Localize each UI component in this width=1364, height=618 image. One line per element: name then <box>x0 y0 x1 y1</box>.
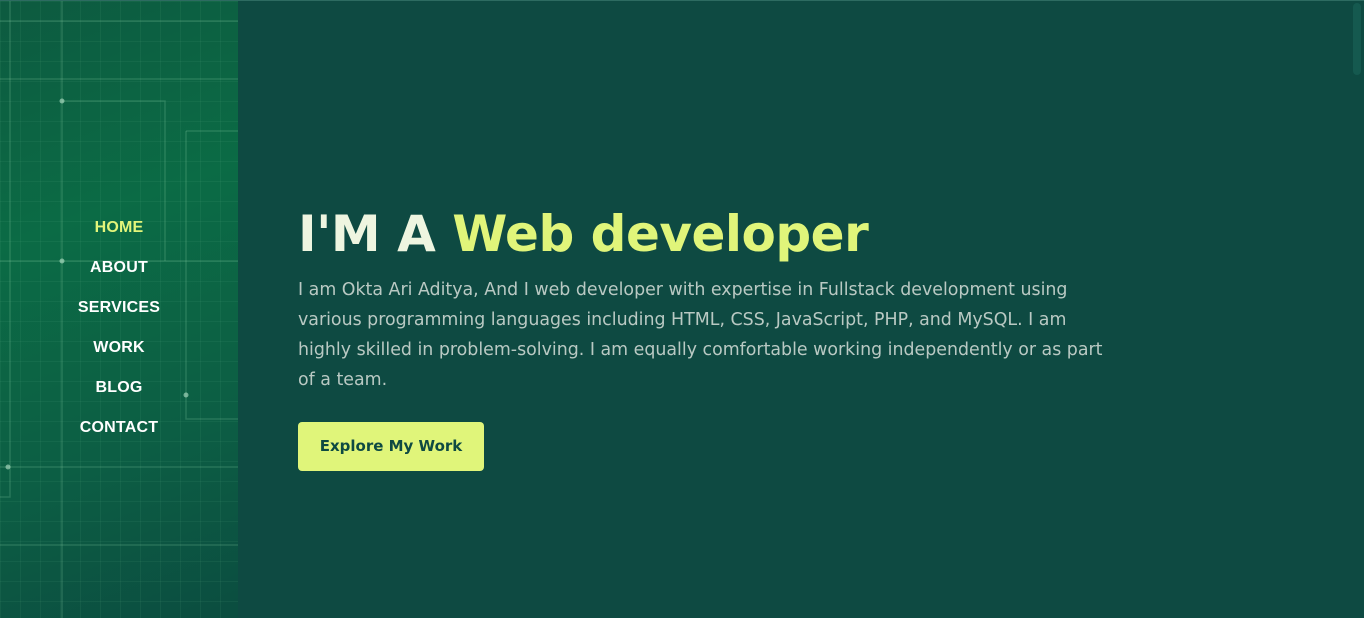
nav-item-services[interactable]: SERVICES <box>78 291 160 331</box>
scrollbar[interactable] <box>1350 1 1364 618</box>
hero-headline: I'M A Web developer <box>298 201 1118 267</box>
portfolio-page: HOME ABOUT SERVICES WORK BLOG CONTACT I'… <box>0 0 1364 618</box>
nav-item-work[interactable]: WORK <box>93 331 144 371</box>
scrollbar-thumb[interactable] <box>1353 3 1361 75</box>
nav-item-about[interactable]: ABOUT <box>90 251 148 291</box>
nav-item-blog[interactable]: BLOG <box>95 371 142 411</box>
headline-accent: Web developer <box>452 205 869 263</box>
main-nav: HOME ABOUT SERVICES WORK BLOG CONTACT <box>0 211 238 451</box>
explore-work-button[interactable]: Explore My Work <box>298 422 484 471</box>
sidebar: HOME ABOUT SERVICES WORK BLOG CONTACT <box>0 1 238 618</box>
hero-intro-text: I am Okta Ari Aditya, And I web develope… <box>298 280 1103 390</box>
headline-prefix: I'M A <box>298 205 453 263</box>
nav-item-home[interactable]: HOME <box>95 211 144 251</box>
hero-section: I'M A Web developer I am Okta Ari Aditya… <box>298 201 1118 471</box>
nav-item-contact[interactable]: CONTACT <box>80 411 158 451</box>
